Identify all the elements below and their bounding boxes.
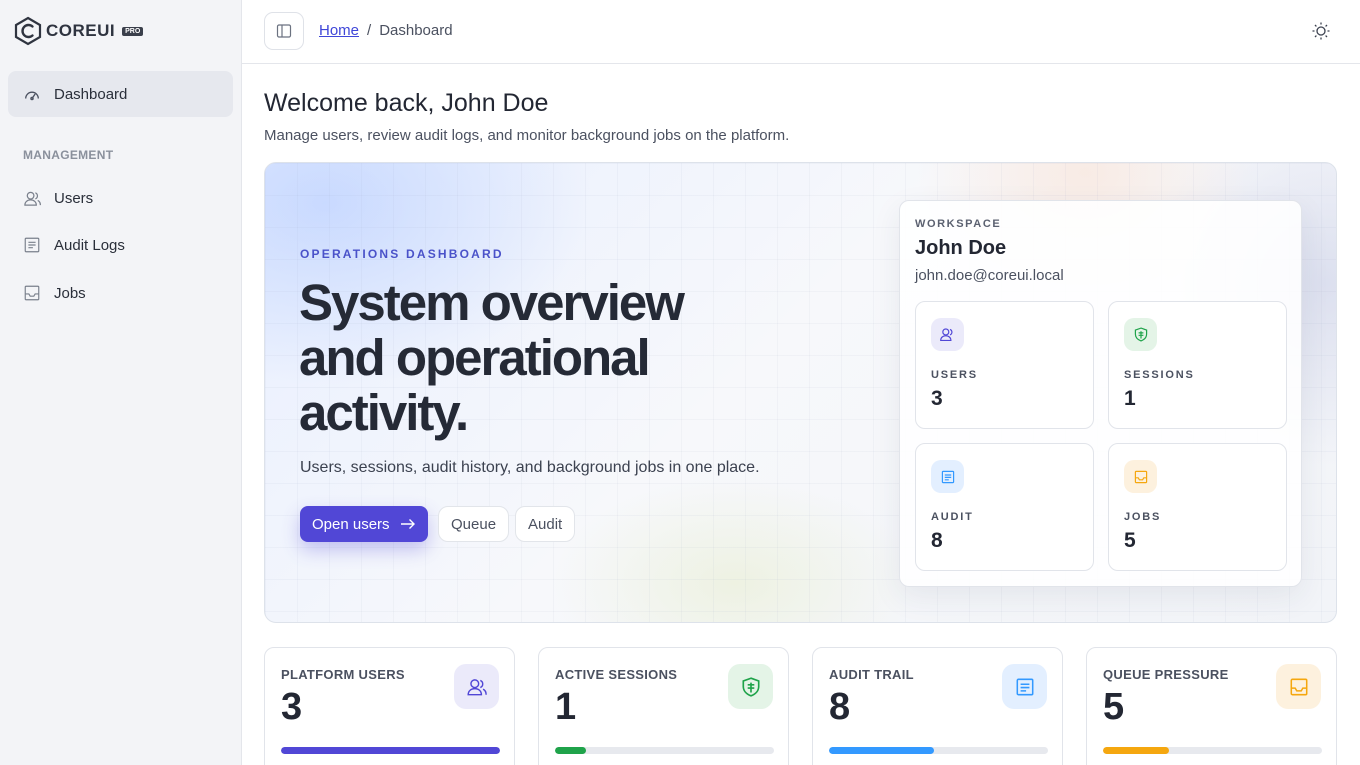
users-icon [454,664,499,709]
stat-progress-track [829,747,1048,754]
stat-progress-fill [1103,747,1169,754]
open-users-button[interactable]: Open users [300,506,428,542]
sidebar-item-dashboard[interactable]: Dashboard [8,71,233,117]
audit-button[interactable]: Audit [515,506,576,542]
open-users-label: Open users [312,515,390,533]
workspace-user-name: John Doe [915,237,1007,259]
sidebar-section-title: MANAGEMENT [23,148,114,162]
stat-progress-fill [555,747,586,754]
workspace-card: WORKSPACE John Doe john.doe@coreui.local… [899,200,1302,587]
breadcrumb-separator: / [367,22,372,39]
workspace-tile-jobs[interactable]: JOBS 5 [1108,443,1287,571]
workspace-tile-users[interactable]: USERS 3 [915,301,1094,429]
inbox-icon [22,283,42,303]
stat-card-platform-users[interactable]: PLATFORM USERS 3 [264,647,515,765]
stat-label: ACTIVE SESSIONS [555,667,678,682]
sun-icon [1312,22,1330,40]
brand-logo[interactable]: COREUI PRO [14,16,144,46]
stat-label: QUEUE PRESSURE [1103,667,1229,682]
tile-value: 1 [1124,387,1136,410]
sidebar-item-label: Users [54,189,94,207]
page-subtitle: Manage users, review audit logs, and mon… [264,127,790,144]
sidebar-item-label: Jobs [54,284,86,302]
breadcrumb-home-link[interactable]: Home [319,22,359,39]
sidebar-item-users[interactable]: Users [8,175,233,221]
inbox-icon [1276,664,1321,709]
sidebar-item-label: Audit Logs [54,236,125,254]
workspace-tile-audit[interactable]: AUDIT 8 [915,443,1094,571]
tile-label: SESSIONS [1124,369,1195,381]
hero-panel: OPERATIONS DASHBOARD System overview and… [264,162,1337,623]
document-icon [931,460,964,493]
speedometer-icon [22,84,42,104]
tile-label: JOBS [1124,511,1162,523]
sidebar-item-jobs[interactable]: Jobs [8,270,233,316]
stat-progress-fill [281,747,500,754]
brand-name: COREUI [46,21,116,40]
tile-label: USERS [931,369,978,381]
coreui-logo-icon [14,16,42,46]
tile-value: 5 [1124,529,1136,552]
breadcrumb: Home / Dashboard [319,22,453,39]
stat-progress-track [281,747,500,754]
sidebar-item-label: Dashboard [54,85,128,103]
users-icon [931,318,964,351]
stat-value: 5 [1103,686,1125,728]
stat-card-active-sessions[interactable]: ACTIVE SESSIONS 1 [538,647,789,765]
stat-value: 1 [555,686,577,728]
top-header: Home / Dashboard [242,0,1360,64]
inbox-icon [1124,460,1157,493]
document-icon [22,235,42,255]
page-title: Welcome back, John Doe [264,89,549,117]
stat-label: AUDIT TRAIL [829,667,914,682]
sidebar: COREUI PRO Dashboard MANAGEMENT Users Au… [0,0,242,765]
stat-label: PLATFORM USERS [281,667,405,682]
stat-card-audit-trail[interactable]: AUDIT TRAIL 8 [812,647,1063,765]
workspace-user-email: john.doe@coreui.local [915,267,1064,284]
stat-value: 3 [281,686,303,728]
hero-eyebrow: OPERATIONS DASHBOARD [300,247,504,261]
sidebar-item-audit-logs[interactable]: Audit Logs [8,222,233,268]
arrow-right-icon [400,519,415,529]
tile-label: AUDIT [931,511,974,523]
queue-button[interactable]: Queue [438,506,510,542]
workspace-tile-sessions[interactable]: SESSIONS 1 [1108,301,1287,429]
shield-icon [728,664,773,709]
tile-value: 8 [931,529,943,552]
document-icon [1002,664,1047,709]
users-icon [22,188,42,208]
stat-progress-track [1103,747,1322,754]
stat-card-queue-pressure[interactable]: QUEUE PRESSURE 5 [1086,647,1337,765]
stat-progress-fill [829,747,935,754]
hero-subtitle: Users, sessions, audit history, and back… [300,459,760,476]
tile-value: 3 [931,387,943,410]
sidebar-toggle-icon [276,24,292,38]
stat-value: 8 [829,686,851,728]
shield-icon [1124,318,1157,351]
stat-progress-track [555,747,774,754]
sidebar-toggle-button[interactable] [264,12,304,50]
breadcrumb-current: Dashboard [379,22,453,39]
brand-badge: PRO [122,26,144,36]
workspace-label: WORKSPACE [915,218,1002,230]
hero-title: System overview and operational activity… [299,274,685,441]
theme-toggle-button[interactable] [1310,20,1332,42]
